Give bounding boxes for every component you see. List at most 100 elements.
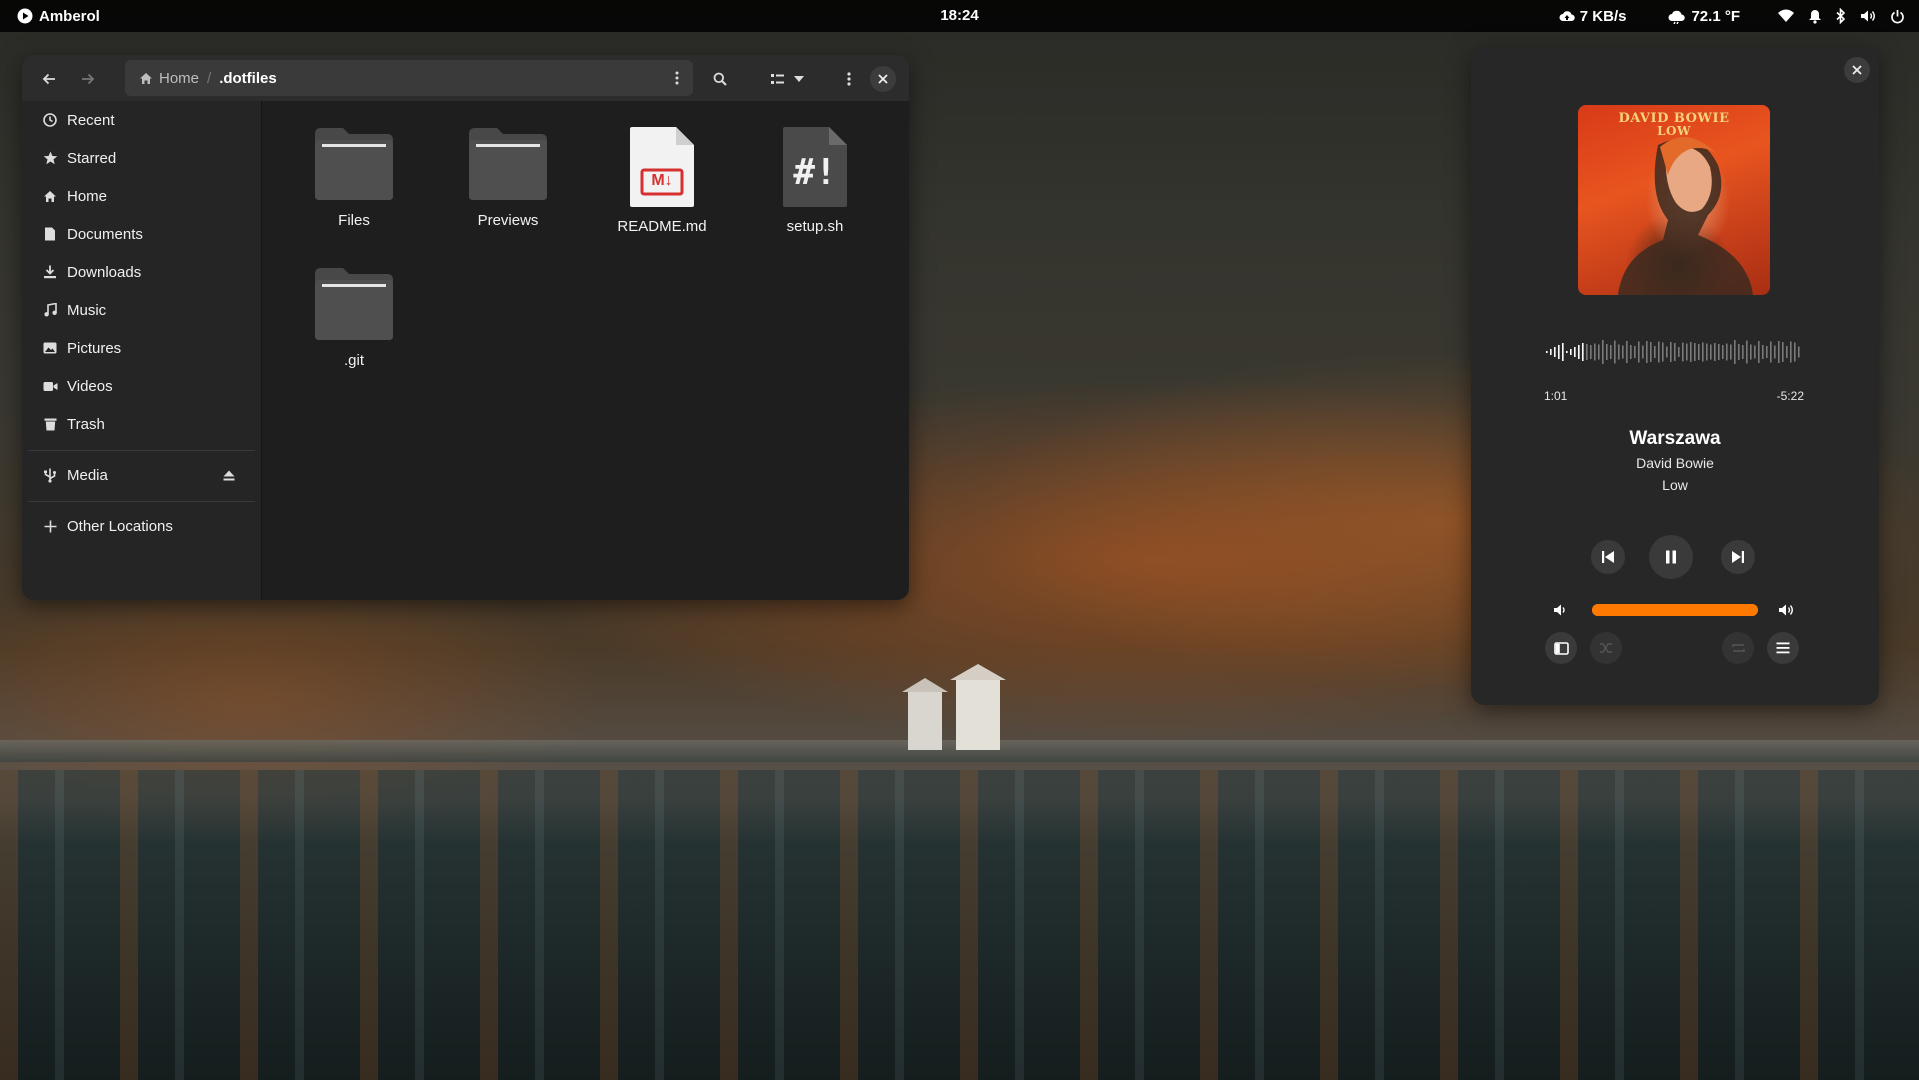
volume-slider[interactable] — [1592, 604, 1758, 616]
waveform-bar — [1614, 340, 1616, 364]
waveform-bar — [1778, 341, 1780, 363]
sidebar-item-downloads[interactable]: Downloads — [22, 253, 261, 291]
shuffle-button[interactable] — [1590, 632, 1622, 664]
arrow-left-icon — [42, 73, 56, 85]
top-bar: Amberol 18:24 7 KB/s 72.1 °F — [0, 0, 1919, 32]
waveform-bar — [1654, 346, 1656, 358]
folder-item[interactable]: .git — [289, 266, 419, 369]
star-icon — [41, 151, 59, 165]
weather-indicator[interactable]: 72.1 °F — [1668, 8, 1740, 25]
sidebar-item-documents[interactable]: Documents — [22, 215, 261, 253]
bell-icon[interactable] — [1808, 9, 1822, 24]
bluetooth-icon[interactable] — [1836, 8, 1846, 24]
waveform-bar — [1562, 343, 1564, 361]
waveform-bar — [1662, 342, 1664, 362]
waveform-seekbar[interactable] — [1544, 337, 1804, 367]
waveform-bar — [1774, 345, 1776, 359]
clock[interactable]: 18:24 — [940, 7, 978, 24]
skip-back-icon — [1601, 550, 1615, 564]
next-button[interactable] — [1721, 540, 1755, 574]
waveform-bar — [1686, 343, 1688, 361]
sidebar-item-home[interactable]: Home — [22, 177, 261, 215]
sidebar-item-label: Trash — [67, 415, 105, 433]
breadcrumb-current[interactable]: .dotfiles — [211, 70, 285, 87]
sidebar-item-videos[interactable]: Videos — [22, 367, 261, 405]
play-pause-button[interactable] — [1649, 535, 1693, 579]
sidebar-item-label: Downloads — [67, 263, 142, 281]
waveform-bar — [1658, 341, 1660, 363]
waveform-bar — [1594, 343, 1596, 361]
volume-icon[interactable] — [1860, 9, 1876, 23]
waveform-bar — [1678, 347, 1680, 357]
power-icon[interactable] — [1890, 9, 1905, 24]
waveform-bar — [1666, 346, 1668, 358]
path-menu-button[interactable] — [675, 71, 679, 85]
folder-item[interactable]: Previews — [443, 126, 573, 229]
file-item[interactable]: M↓ README.md — [597, 126, 727, 235]
waveform-bar — [1622, 345, 1624, 359]
repeat-button[interactable] — [1722, 632, 1754, 664]
waveform-bar — [1558, 345, 1560, 359]
sidebar-item-pictures[interactable]: Pictures — [22, 329, 261, 367]
home-icon — [139, 72, 153, 85]
search-button[interactable] — [703, 62, 737, 96]
waveform-bar — [1714, 343, 1716, 361]
app-menu[interactable]: Amberol — [17, 0, 100, 32]
sidebar-item-recent[interactable]: Recent — [22, 101, 261, 139]
waveform-bar — [1670, 342, 1672, 362]
close-window-button[interactable] — [1844, 57, 1870, 83]
waveform-bar — [1742, 345, 1744, 359]
previous-button[interactable] — [1591, 540, 1625, 574]
back-button[interactable] — [32, 62, 66, 96]
sidebar-item-music[interactable]: Music — [22, 291, 261, 329]
small-house — [902, 678, 948, 750]
song-title: Warszawa — [1629, 428, 1721, 449]
waveform-bar — [1682, 342, 1684, 362]
pause-icon — [1665, 550, 1677, 564]
waveform-bar — [1734, 340, 1736, 364]
waveform-bar — [1642, 345, 1644, 359]
waveform-bar — [1730, 344, 1732, 360]
more-vertical-icon — [847, 72, 851, 86]
waveform-bar — [1610, 345, 1612, 359]
eject-icon[interactable] — [223, 470, 235, 481]
main-menu-button[interactable] — [1767, 632, 1799, 664]
script-file-icon: #! — [782, 126, 848, 208]
network-indicator[interactable]: 7 KB/s — [1559, 8, 1626, 25]
volume-low-icon[interactable] — [1553, 603, 1567, 617]
path-bar: Home / .dotfiles — [125, 60, 693, 96]
waveform-bar — [1710, 344, 1712, 360]
skip-forward-icon — [1731, 550, 1745, 564]
sidebar-item-other-locations[interactable]: Other Locations — [22, 507, 261, 545]
toggle-sidebar-button[interactable] — [1545, 632, 1577, 664]
forward-button[interactable] — [71, 62, 105, 96]
sidebar-item-label: Recent — [67, 111, 115, 129]
song-album: Low — [1662, 477, 1688, 493]
sidebar-item-label: Pictures — [67, 339, 122, 357]
waveform-bar — [1634, 346, 1636, 358]
sidebar-item-media[interactable]: Media — [22, 456, 261, 494]
sidebar-item-label: Home — [67, 187, 108, 205]
waveform-bar — [1550, 349, 1552, 355]
folder-item[interactable]: Files — [289, 126, 419, 229]
sidebar-item-starred[interactable]: Starred — [22, 139, 261, 177]
wifi-icon[interactable] — [1778, 9, 1794, 23]
main-menu-button[interactable] — [832, 62, 866, 96]
music-icon — [41, 303, 59, 317]
waveform-bar — [1546, 351, 1548, 353]
breadcrumb-home[interactable]: Home — [131, 70, 207, 87]
waveform-bar — [1758, 341, 1760, 363]
waveform-bar — [1722, 345, 1724, 359]
download-icon — [41, 265, 59, 279]
waveform-bar — [1646, 341, 1648, 363]
file-item[interactable]: #! setup.sh — [750, 126, 880, 235]
video-icon — [41, 381, 59, 392]
close-window-button[interactable] — [870, 66, 896, 92]
sidebar-item-trash[interactable]: Trash — [22, 405, 261, 443]
volume-high-icon[interactable] — [1778, 603, 1794, 617]
waveform-bar — [1766, 346, 1768, 358]
waveform-bar — [1566, 351, 1568, 353]
waveform-bar — [1718, 344, 1720, 360]
view-options-button[interactable] — [788, 62, 810, 96]
waveform-bar — [1770, 341, 1772, 363]
